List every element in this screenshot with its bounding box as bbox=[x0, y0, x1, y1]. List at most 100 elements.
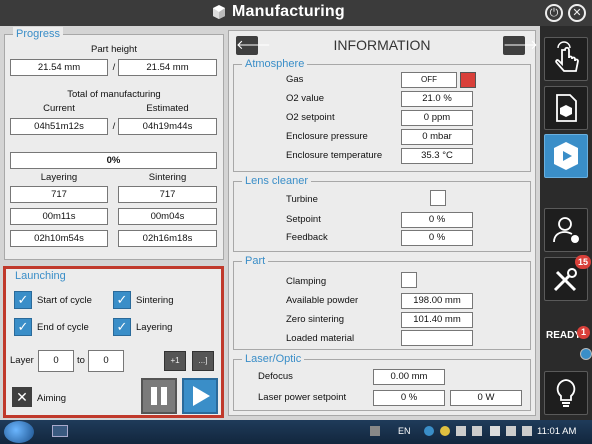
layer-from-input[interactable]: 0 bbox=[38, 350, 74, 372]
laser-section: Laser/Optic Defocus 0.00 mm Laser power … bbox=[233, 352, 531, 411]
o2-setpoint-label: O2 setpoint bbox=[286, 112, 335, 123]
keyboard-icon[interactable] bbox=[52, 425, 68, 437]
laser-title: Laser/Optic bbox=[242, 352, 305, 366]
user-settings-button[interactable] bbox=[544, 208, 588, 252]
ready-status[interactable]: READY 1 bbox=[543, 326, 590, 346]
layer-label: Layer bbox=[10, 355, 34, 366]
current-label: Current bbox=[43, 103, 75, 114]
play-icon bbox=[193, 386, 210, 406]
tray-icon-1[interactable] bbox=[370, 426, 380, 436]
layer-to-input[interactable]: 0 bbox=[88, 350, 124, 372]
layering-checkbox[interactable]: ✓ bbox=[113, 318, 131, 336]
start-of-cycle-checkbox[interactable]: ✓ bbox=[14, 291, 32, 309]
o2-value-label: O2 value bbox=[286, 93, 325, 104]
temp-value: 35.3 °C bbox=[401, 148, 473, 164]
powder-value: 198.00 mm bbox=[401, 293, 473, 309]
pause-button[interactable] bbox=[141, 378, 177, 414]
estimated-label: Estimated bbox=[146, 103, 189, 114]
tray-icon-2[interactable] bbox=[424, 426, 434, 436]
atmosphere-title: Atmosphere bbox=[242, 57, 308, 71]
feedback-label: Feedback bbox=[286, 232, 328, 243]
start-of-cycle-label: Start of cycle bbox=[37, 295, 92, 306]
pressure-label: Enclosure pressure bbox=[286, 131, 368, 142]
progress-title: Progress bbox=[13, 27, 64, 41]
clamping-label: Clamping bbox=[286, 276, 327, 287]
more-button[interactable]: ...] bbox=[192, 351, 214, 371]
taskbar: EN 11:01 AM bbox=[0, 420, 592, 444]
title-wrap: Manufacturing bbox=[212, 3, 345, 21]
part-height-total: 21.54 mm bbox=[118, 59, 217, 76]
lens-cleaner-section: Lens cleaner Turbine Setpoint 0 % Feedba… bbox=[233, 174, 531, 252]
flag-icon[interactable] bbox=[490, 426, 500, 436]
link-indicator-icon bbox=[580, 348, 592, 360]
sintering-count: 717 bbox=[118, 186, 217, 203]
layering-check-label: Layering bbox=[136, 322, 173, 333]
sintering-checkbox[interactable]: ✓ bbox=[113, 291, 131, 309]
gas-toggle[interactable] bbox=[460, 72, 476, 88]
estimated-time: 04h19m44s bbox=[118, 118, 217, 135]
lightbulb-icon bbox=[556, 379, 576, 407]
cube-play-icon bbox=[554, 142, 578, 170]
to-label: to bbox=[77, 355, 85, 366]
volume-icon[interactable] bbox=[522, 426, 532, 436]
tools-badge: 15 bbox=[575, 255, 591, 269]
touch-button[interactable] bbox=[544, 37, 588, 81]
tray-icon-4[interactable] bbox=[456, 426, 466, 436]
clamping-checkbox[interactable] bbox=[401, 272, 417, 288]
gas-value: OFF bbox=[401, 72, 457, 88]
turbine-label: Turbine bbox=[286, 194, 318, 205]
powder-label: Available powder bbox=[286, 295, 359, 306]
material-value bbox=[401, 330, 473, 346]
launching-panel: Launching ✓ Start of cycle ✓ Sintering ✓… bbox=[3, 266, 224, 418]
aiming-toggle[interactable]: ✕ bbox=[12, 387, 32, 407]
window-title: Manufacturing bbox=[232, 3, 345, 20]
gas-label: Gas bbox=[286, 74, 304, 85]
light-button[interactable] bbox=[544, 371, 588, 415]
manufacturing-button[interactable] bbox=[544, 134, 588, 178]
layering-label: Layering bbox=[40, 172, 78, 183]
part-file-button[interactable] bbox=[544, 86, 588, 130]
launching-title: Launching bbox=[12, 269, 69, 283]
language-indicator[interactable]: EN bbox=[398, 426, 411, 436]
o2-setpoint: 0 ppm bbox=[401, 110, 473, 126]
progress-panel: Progress Part height 21.54 mm / 21.54 mm… bbox=[4, 27, 224, 260]
title-bar: Manufacturing ⏻ ✕ bbox=[0, 0, 592, 26]
network-icon[interactable] bbox=[506, 426, 516, 436]
cube-icon bbox=[213, 5, 225, 19]
start-button[interactable] bbox=[4, 421, 34, 443]
main-area: Progress Part height 21.54 mm / 21.54 mm… bbox=[0, 26, 540, 420]
aiming-label: Aiming bbox=[37, 393, 67, 404]
tray-icon-3[interactable] bbox=[440, 426, 450, 436]
zero-label: Zero sintering bbox=[286, 314, 345, 325]
lens-feedback: 0 % bbox=[401, 230, 473, 246]
defocus-value: 0.00 mm bbox=[373, 369, 445, 385]
power-pct: 0 % bbox=[373, 390, 445, 406]
end-of-cycle-label: End of cycle bbox=[37, 322, 89, 333]
sintering-check-label: Sintering bbox=[136, 295, 174, 306]
turbine-checkbox[interactable] bbox=[430, 190, 446, 206]
part-section: Part Clamping Available powder 198.00 mm… bbox=[233, 254, 531, 350]
progress-percent: 0% bbox=[10, 152, 217, 169]
layering-count: 717 bbox=[10, 186, 108, 203]
part-title: Part bbox=[242, 254, 269, 268]
sintering-time2: 02h16m18s bbox=[118, 230, 217, 247]
close-icon[interactable]: ✕ bbox=[568, 4, 586, 22]
ready-label: READY bbox=[546, 330, 582, 341]
information-title: INFORMATION bbox=[333, 37, 431, 53]
clock[interactable]: 11:01 AM bbox=[537, 426, 576, 437]
end-of-cycle-checkbox[interactable]: ✓ bbox=[14, 318, 32, 336]
plus-one-button[interactable]: +1 bbox=[164, 351, 186, 371]
tray-icon-5[interactable] bbox=[472, 426, 482, 436]
next-info-button[interactable]: 🡒 bbox=[503, 36, 538, 55]
tools-button[interactable]: 15 bbox=[544, 255, 591, 301]
ready-count: 1 bbox=[577, 326, 590, 339]
pause-icon bbox=[151, 387, 167, 405]
play-button[interactable] bbox=[182, 378, 218, 414]
sintering-time1: 00m04s bbox=[118, 208, 217, 225]
layering-time1: 00m11s bbox=[10, 208, 108, 225]
lens-setpoint: 0 % bbox=[401, 212, 473, 228]
current-time: 04h51m12s bbox=[10, 118, 108, 135]
information-panel: 🡐 INFORMATION 🡒 Atmosphere Gas OFF O2 va… bbox=[228, 30, 538, 416]
temp-label: Enclosure temperature bbox=[286, 150, 383, 161]
power-icon[interactable]: ⏻ bbox=[545, 4, 563, 22]
